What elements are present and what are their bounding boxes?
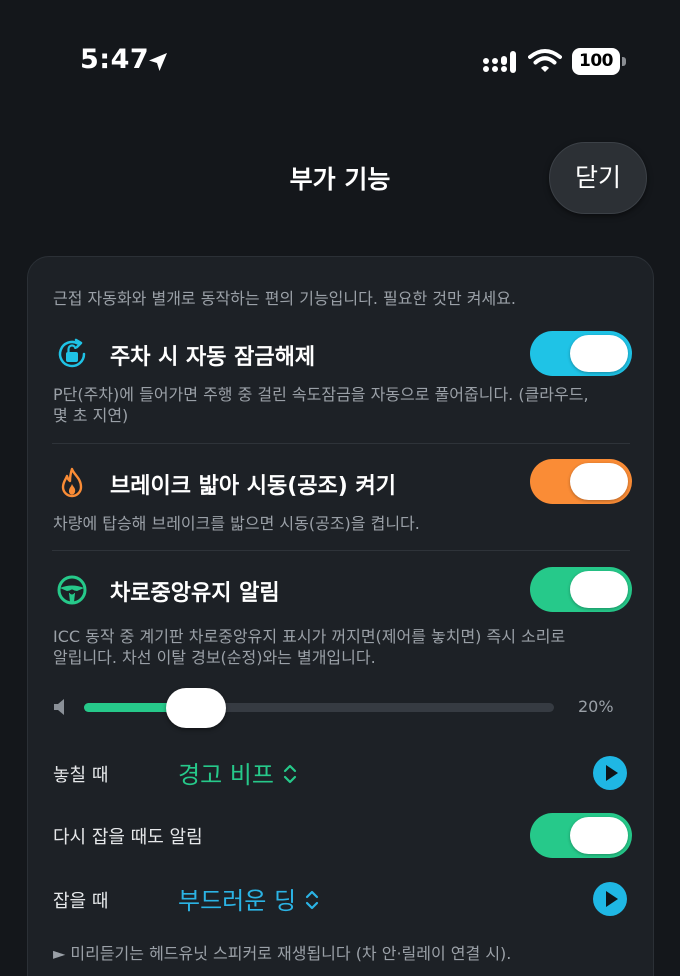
- wifi-icon: [528, 49, 562, 72]
- lost-sound-select[interactable]: 경고 비프: [178, 755, 298, 790]
- battery-icon: 100: [572, 48, 626, 75]
- lost-sound-label: 놓칠 때: [53, 765, 109, 786]
- volume-slider[interactable]: [84, 703, 554, 712]
- lane-center-toggle[interactable]: [530, 567, 632, 612]
- lost-sound-value: 경고 비프: [178, 761, 274, 789]
- regain-sound-value: 부드러운 딩: [178, 887, 297, 915]
- status-time: 5:47: [80, 44, 150, 75]
- volume-slider-fill: [84, 703, 178, 712]
- chevron-updown-icon: [282, 763, 298, 789]
- volume-value: 20%: [578, 697, 614, 716]
- preview-footnote: ► 미리듣기는 헤드유닛 스피커로 재생됩니다 (차 안·릴레이 연결 시).: [53, 944, 512, 963]
- lane-center-desc: ICC 동작 중 계기판 차로중앙유지 표시가 꺼지면(제어를 놓치면) 즉시 …: [53, 627, 566, 667]
- auto-unlock-title: 주차 시 자동 잠금해제: [110, 345, 316, 370]
- brake-start-desc: 차량에 탑승해 브레이크를 밟으면 시동(공조)을 켭니다.: [53, 514, 420, 533]
- speaker-icon: [54, 699, 64, 715]
- regain-sound-label: 잡을 때: [53, 891, 109, 912]
- regain-sound-select[interactable]: 부드러운 딩: [178, 881, 320, 916]
- unlock-rotate-icon: [58, 338, 86, 368]
- chevron-updown-icon: [304, 889, 320, 915]
- auto-unlock-desc: P단(주차)에 들어가면 주행 중 걸린 속도잠금을 자동으로 풀어줍니다. (…: [53, 385, 589, 425]
- battery-level: 100: [572, 48, 620, 75]
- lane-center-title: 차로중앙유지 알림: [110, 581, 280, 606]
- volume-slider-knob[interactable]: [166, 688, 226, 728]
- brake-start-toggle[interactable]: [530, 459, 632, 504]
- regain-alert-toggle[interactable]: [530, 813, 632, 858]
- location-arrow-icon: [149, 53, 167, 71]
- divider: [52, 443, 630, 444]
- features-card: 근접 자동화와 별개로 동작하는 편의 기능입니다. 필요한 것만 켜세요. 주…: [27, 256, 654, 976]
- brake-start-title: 브레이크 밟아 시동(공조) 켜기: [110, 474, 396, 499]
- status-bar: 5:47 100: [0, 0, 680, 120]
- signal-icon: [483, 51, 516, 73]
- regain-sound-play-button[interactable]: [593, 882, 627, 916]
- lost-sound-play-button[interactable]: [593, 756, 627, 790]
- intro-text: 근접 자동화와 별개로 동작하는 편의 기능입니다. 필요한 것만 켜세요.: [53, 289, 517, 308]
- divider: [52, 550, 630, 551]
- flame-icon: [61, 467, 83, 498]
- steering-wheel-icon: [57, 575, 87, 605]
- regain-alert-label: 다시 잡을 때도 알림: [53, 827, 203, 848]
- auto-unlock-toggle[interactable]: [530, 331, 632, 376]
- close-button[interactable]: 닫기: [549, 142, 647, 214]
